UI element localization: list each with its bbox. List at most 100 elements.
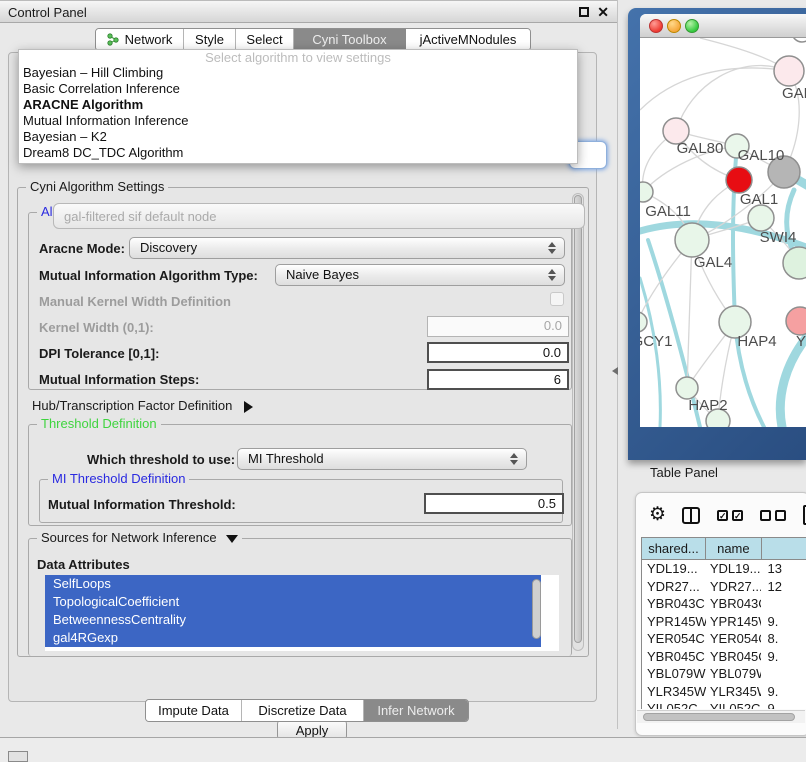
close-icon[interactable]: ✕ [597, 4, 609, 21]
attributes-scrollbar[interactable] [532, 579, 541, 639]
settings-scrollbar[interactable] [572, 193, 584, 651]
table-cell[interactable] [761, 665, 806, 683]
table-cell[interactable]: YPR145W [706, 613, 762, 631]
tab-network[interactable]: Network [96, 29, 184, 50]
mi-type-combo[interactable]: Naive Bayes [275, 264, 565, 286]
checked-pair-icon[interactable]: ✓✓ [717, 510, 743, 521]
table-hscrollbar[interactable] [637, 710, 805, 723]
tab-network-label: Network [125, 32, 173, 47]
table-cell[interactable]: YBR043C [642, 595, 706, 613]
table-cell[interactable]: YDL19... [706, 560, 762, 578]
table-cell[interactable]: YBR045C [706, 648, 762, 666]
data-attribute-item[interactable]: BetweennessCentrality [45, 611, 541, 629]
table-cell[interactable]: YLR345W [642, 683, 706, 701]
network-node[interactable] [792, 38, 806, 42]
table-cell[interactable]: 9. [761, 700, 806, 709]
table-cell[interactable]: YBR045C [642, 648, 706, 666]
network-node[interactable] [726, 167, 752, 193]
algorithm-popup-item[interactable]: Bayesian – Hill Climbing [19, 65, 577, 81]
table-row[interactable]: YDL19...YDL19...13 [642, 560, 806, 578]
network-selector-combo-partial[interactable]: gal-filtered sif default node [53, 203, 585, 229]
table-cell[interactable]: YER054C [706, 630, 762, 648]
table-cell[interactable]: YDR27... [642, 578, 706, 596]
manual-kernel-checkbox[interactable] [550, 292, 564, 306]
table-cell[interactable]: YBL079W [706, 665, 762, 683]
table-cell[interactable]: 9. [761, 648, 806, 666]
table-cell[interactable]: YPR145W [642, 613, 706, 631]
which-threshold-combo[interactable]: MI Threshold [237, 448, 527, 470]
window-close-button[interactable] [649, 19, 663, 33]
partial-button[interactable] [8, 751, 28, 762]
table-cell[interactable]: 12 [761, 578, 806, 596]
table-row[interactable]: YBR043CYBR043C [642, 595, 806, 613]
float-icon[interactable] [579, 7, 589, 17]
aracne-mode-combo[interactable]: Discovery [129, 237, 565, 259]
network-window-frame[interactable]: GALGAL80GAL10GAL1GAL11SWI4GAL4GCY1HAP4YH… [628, 8, 806, 460]
network-node[interactable] [786, 307, 806, 335]
table-cell[interactable]: 9. [761, 683, 806, 701]
network-node[interactable] [676, 377, 698, 399]
data-attribute-item[interactable]: gal4RGexp [45, 629, 541, 647]
table-row[interactable]: YIL052CYIL052C9. [642, 700, 806, 709]
table-row[interactable]: YDR27...YDR27...12 [642, 578, 806, 596]
data-attribute-item[interactable]: SelfLoops [45, 575, 541, 593]
table-cell[interactable]: 13 [761, 560, 806, 578]
table-cell[interactable]: YIL052C [642, 700, 706, 709]
table-cell[interactable]: YLR345W [706, 683, 762, 701]
algorithm-popup-item[interactable]: Dream8 DC_TDC Algorithm [19, 145, 577, 161]
table-cell[interactable]: YDL19... [642, 560, 706, 578]
tab-style[interactable]: Style [184, 29, 236, 50]
data-attribute-item[interactable]: TopologicalCoefficient [45, 593, 541, 611]
window-zoom-button[interactable] [685, 19, 699, 33]
window-minimize-button[interactable] [667, 19, 681, 33]
algorithm-popup-item[interactable]: ARACNE Algorithm [19, 97, 577, 113]
network-canvas[interactable]: GALGAL80GAL10GAL1GAL11SWI4GAL4GCY1HAP4YH… [640, 38, 806, 427]
sources-toggle[interactable]: Sources for Network Inference [37, 530, 242, 545]
settings-scrollbar-thumb[interactable] [574, 195, 582, 643]
table-row[interactable]: YPR145WYPR145W9. [642, 613, 806, 631]
table-cell[interactable]: YDR27... [706, 578, 762, 596]
tab-impute-data[interactable]: Impute Data [146, 700, 242, 721]
tab-discretize-data[interactable]: Discretize Data [242, 700, 364, 721]
table-body[interactable]: YDL19...YDL19...13YDR27...YDR27...12YBR0… [642, 560, 806, 709]
tab-jactivemnodules[interactable]: jActiveMNodules [406, 29, 530, 50]
kernel-width-input[interactable]: 0.0 [427, 316, 569, 337]
columns-icon[interactable] [682, 507, 700, 524]
unchecked-pair-icon[interactable] [760, 510, 786, 521]
table-hscrollbar-thumb[interactable] [643, 713, 795, 721]
network-node[interactable] [675, 223, 709, 257]
table-row[interactable]: YBR045CYBR045C9. [642, 648, 806, 666]
table-cell[interactable]: YBL079W [642, 665, 706, 683]
network-node[interactable] [640, 182, 653, 202]
table-row[interactable]: YER054CYER054C8. [642, 630, 806, 648]
table-cell[interactable]: YBR043C [706, 595, 762, 613]
gear-icon[interactable]: ⚙ [649, 505, 666, 525]
dpi-tolerance-input[interactable]: 0.0 [427, 342, 569, 363]
algorithm-popup-item[interactable]: Mutual Information Inference [19, 113, 577, 129]
column-header-partial[interactable] [762, 538, 806, 559]
table-cell[interactable] [761, 595, 806, 613]
tab-select[interactable]: Select [236, 29, 294, 50]
table-cell[interactable]: YER054C [642, 630, 706, 648]
table-cell[interactable]: 9. [761, 613, 806, 631]
network-node[interactable] [640, 312, 647, 332]
tab-infer-network[interactable]: Infer Network [364, 700, 468, 721]
table-row[interactable]: YBL079WYBL079W [642, 665, 806, 683]
tab-cyni-toolbox[interactable]: Cyni Toolbox [294, 29, 406, 50]
network-node[interactable] [748, 205, 774, 231]
hub-definition-toggle[interactable]: Hub/Transcription Factor Definition [32, 398, 253, 413]
mi-threshold-input[interactable]: 0.5 [424, 493, 564, 514]
network-node[interactable] [783, 247, 806, 279]
column-header-name[interactable]: name [706, 538, 762, 559]
algorithm-popup-item[interactable]: Basic Correlation Inference [19, 81, 577, 97]
algorithm-popup-item[interactable]: Bayesian – K2 [19, 129, 577, 145]
table-cell[interactable]: YIL052C [706, 700, 762, 709]
mi-steps-input[interactable]: 6 [427, 369, 569, 390]
network-window: GALGAL80GAL10GAL1GAL11SWI4GAL4GCY1HAP4YH… [640, 14, 806, 427]
table-cell[interactable]: 8. [761, 630, 806, 648]
table-row[interactable]: YLR345WYLR345W9. [642, 683, 806, 701]
splitter-collapse-icon[interactable] [612, 367, 618, 375]
column-header-shared[interactable]: shared... [642, 538, 706, 559]
network-node[interactable] [774, 56, 804, 86]
data-attributes-list[interactable]: SelfLoopsTopologicalCoefficientBetweenne… [45, 575, 559, 651]
